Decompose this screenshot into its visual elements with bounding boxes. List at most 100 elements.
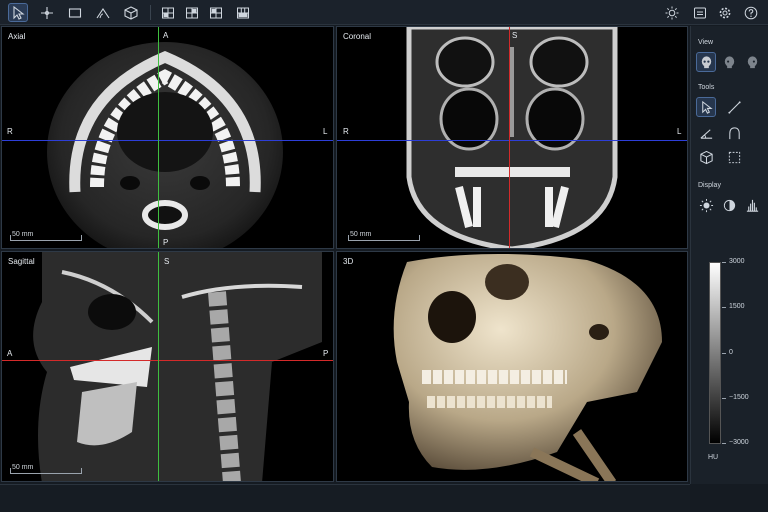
hu-label-low: −1500 xyxy=(729,394,749,401)
main-toolbar xyxy=(0,0,768,25)
arc-tool-button[interactable] xyxy=(724,123,744,143)
orientation-right: L xyxy=(677,127,682,136)
right-panel: View Tools Display 3000 1500 0 −1500 −30… xyxy=(690,26,768,484)
layout-1-plus-3-button[interactable] xyxy=(182,3,202,22)
hu-tick xyxy=(722,443,726,444)
crosshair-vertical[interactable] xyxy=(158,252,159,481)
tools-section-title: Tools xyxy=(698,84,715,91)
hu-unit-label: HU xyxy=(708,454,719,461)
volume-tool-button[interactable] xyxy=(696,147,716,167)
coronal-scan-image xyxy=(406,27,618,248)
crosshair-vertical[interactable] xyxy=(158,27,159,248)
viewport-label: Coronal xyxy=(343,32,372,41)
angle-tool-button[interactable] xyxy=(93,3,113,22)
hu-tick xyxy=(722,262,726,263)
scale-bar xyxy=(10,235,82,241)
hu-label-high: 1500 xyxy=(729,303,745,310)
hu-label-max: 3000 xyxy=(729,258,745,265)
orientation-right: P xyxy=(323,349,329,358)
skull-front-icon xyxy=(701,55,711,68)
screen-button[interactable] xyxy=(690,3,710,22)
hu-colorbar xyxy=(709,262,721,444)
histogram-button[interactable] xyxy=(742,195,762,215)
orientation-left: A xyxy=(7,349,13,358)
histogram-icon xyxy=(746,199,758,212)
view-side-button[interactable] xyxy=(719,52,739,72)
axial-viewport[interactable]: Axial A P R L 50 mm xyxy=(1,26,334,249)
coronal-viewport[interactable]: Coronal S R L 50 mm xyxy=(336,26,688,249)
layout-3-plus-1-icon xyxy=(210,7,222,18)
orientation-right: L xyxy=(323,127,328,136)
3d-viewport[interactable]: 3D xyxy=(336,251,688,482)
orientation-top: S xyxy=(512,31,518,40)
contrast-icon xyxy=(723,199,735,211)
pointer-tool-button[interactable] xyxy=(8,3,28,22)
brightness-button[interactable] xyxy=(696,195,716,215)
orientation-bottom: P xyxy=(163,238,169,247)
brightness-icon xyxy=(665,6,679,19)
select-tool-button[interactable] xyxy=(696,97,716,117)
layout-2x2-button[interactable] xyxy=(158,3,178,22)
gear-icon xyxy=(719,7,731,18)
3d-skull-render xyxy=(393,253,662,481)
screen-icon xyxy=(694,7,706,18)
crosshair-horizontal[interactable] xyxy=(337,140,687,141)
cube-icon xyxy=(124,5,138,20)
viewport-label: Sagittal xyxy=(8,257,35,266)
layout-2x2-icon xyxy=(162,7,174,18)
crosshair-horizontal[interactable] xyxy=(2,140,333,141)
orientation-top: S xyxy=(164,257,170,266)
viewport-label: 3D xyxy=(343,257,354,266)
orientation-top: A xyxy=(163,31,169,40)
angle-tool-button[interactable] xyxy=(696,123,716,143)
crosshair-tool-button[interactable] xyxy=(37,3,57,22)
dashed-square-icon xyxy=(728,151,740,163)
contrast-button[interactable] xyxy=(719,195,739,215)
angle-icon xyxy=(700,128,712,139)
layout-1-plus-3-icon xyxy=(186,7,198,18)
ruler-line-icon xyxy=(727,100,741,114)
viewport-label: Axial xyxy=(8,32,26,41)
crosshair-icon xyxy=(41,6,53,19)
rectangle-tool-button[interactable] xyxy=(65,3,85,22)
hu-tick xyxy=(722,353,726,354)
angle-icon xyxy=(96,7,110,18)
sagittal-viewport[interactable]: Sagittal S A P 50 mm xyxy=(1,251,334,482)
sagittal-scan-image xyxy=(33,252,322,481)
layout-1x3-icon xyxy=(237,7,249,18)
hu-tick xyxy=(722,307,726,308)
crosshair-vertical[interactable] xyxy=(509,27,510,248)
measure-tool-button[interactable] xyxy=(724,97,744,117)
rectangle-icon xyxy=(68,7,82,18)
layout-1x3-button[interactable] xyxy=(233,3,253,22)
crosshair-horizontal[interactable] xyxy=(2,360,333,361)
hu-label-min: −3000 xyxy=(729,439,749,446)
settings-button[interactable] xyxy=(715,3,735,22)
skull-oblique-icon xyxy=(747,55,757,68)
scale-bar xyxy=(348,235,420,241)
brightness-button[interactable] xyxy=(662,3,682,22)
arc-icon xyxy=(728,126,740,139)
scale-bar xyxy=(10,468,82,474)
view-front-button[interactable] xyxy=(696,52,716,72)
pointer-icon xyxy=(701,100,713,114)
hu-label-zero: 0 xyxy=(729,349,733,356)
display-section-title: Display xyxy=(698,182,721,189)
view-section-title: View xyxy=(698,39,714,46)
orientation-left: R xyxy=(343,127,349,136)
skull-side-icon xyxy=(724,55,734,68)
orientation-left: R xyxy=(7,127,13,136)
help-button[interactable] xyxy=(741,3,761,22)
view-oblique-button[interactable] xyxy=(742,52,762,72)
brightness-icon xyxy=(699,198,713,212)
status-bar xyxy=(0,484,690,512)
help-icon xyxy=(744,6,758,19)
hu-tick xyxy=(722,398,726,399)
toolbar-separator xyxy=(150,5,151,20)
cube-icon xyxy=(699,150,713,164)
axial-scan-image xyxy=(47,42,283,248)
layout-3-plus-1-button[interactable] xyxy=(206,3,226,22)
region-select-button[interactable] xyxy=(724,147,744,167)
pointer-icon xyxy=(13,5,25,20)
cube-tool-button[interactable] xyxy=(121,3,141,22)
